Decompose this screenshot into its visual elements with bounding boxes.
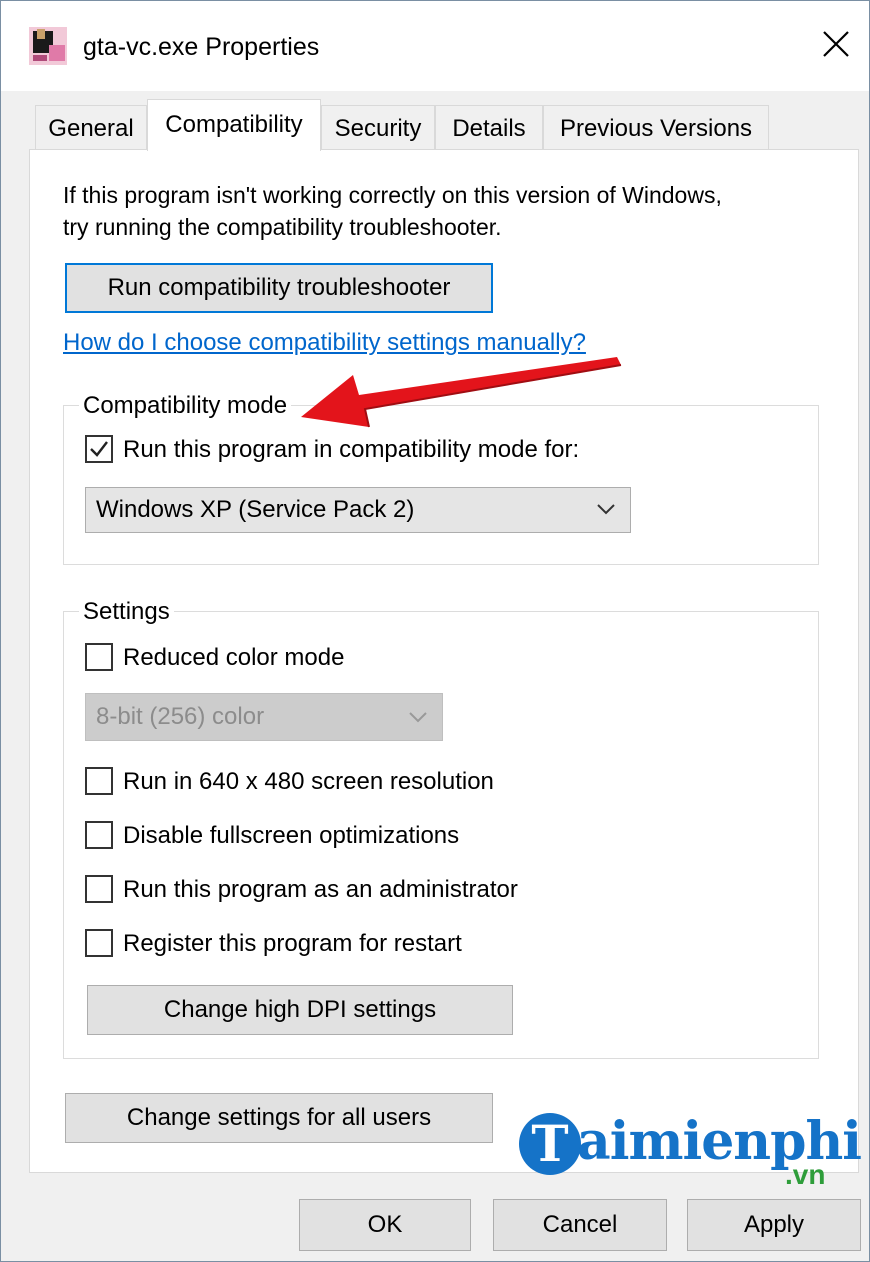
resolution-label: Run in 640 x 480 screen resolution [123,768,494,795]
tab-security[interactable]: Security [321,105,435,149]
close-button[interactable] [803,11,869,77]
os-version-select[interactable]: Windows XP (Service Pack 2) [85,487,631,533]
run-as-admin-label: Run this program as an administrator [123,876,518,903]
checkbox-box[interactable] [85,767,113,795]
register-restart-checkbox[interactable]: Register this program for restart [85,927,505,961]
apply-button[interactable]: Apply [687,1199,861,1251]
color-depth-select: 8-bit (256) color [85,693,443,741]
change-dpi-button[interactable]: Change high DPI settings [87,985,513,1035]
intro-line-2: try running the compatibility troublesho… [63,214,502,240]
taimienphi-watermark: T aimienphi .vn [519,1107,862,1191]
ok-button[interactable]: OK [299,1199,471,1251]
reduced-color-label: Reduced color mode [123,644,345,671]
watermark-logo-letter: T [519,1113,581,1175]
intro-line-1: If this program isn't working correctly … [63,182,722,208]
chevron-down-icon [597,504,615,515]
tab-previous-versions[interactable]: Previous Versions [543,105,769,149]
run-as-admin-checkbox[interactable]: Run this program as an administrator [85,873,555,907]
resolution-checkbox[interactable]: Run in 640 x 480 screen resolution [85,765,535,799]
checkmark-icon [90,441,108,457]
watermark-suffix: .vn [785,1159,826,1190]
window-title: gta-vc.exe Properties [83,33,320,61]
settings-legend: Settings [79,597,174,627]
properties-dialog: gta-vc.exe Properties General Compatibil… [0,0,870,1262]
register-restart-label: Register this program for restart [123,930,462,957]
cancel-button[interactable]: Cancel [493,1199,667,1251]
title-bar: gta-vc.exe Properties [1,1,869,91]
intro-text: If this program isn't working correctly … [63,179,823,243]
fullscreen-optimizations-checkbox[interactable]: Disable fullscreen optimizations [85,819,505,853]
red-arrow-annotation [301,357,622,428]
tab-compatibility[interactable]: Compatibility [147,99,321,151]
tab-general[interactable]: General [35,105,147,149]
fullscreen-optimizations-label: Disable fullscreen optimizations [123,822,460,849]
checkbox-box[interactable] [85,821,113,849]
reduced-color-checkbox[interactable]: Reduced color mode [85,641,405,675]
os-version-value: Windows XP (Service Pack 2) [96,496,415,523]
tab-details[interactable]: Details [435,105,543,149]
color-depth-value: 8-bit (256) color [96,703,265,730]
close-icon [823,31,849,57]
run-troubleshooter-button[interactable]: Run compatibility troubleshooter [65,263,493,313]
chevron-down-icon [409,712,427,723]
change-all-users-button[interactable]: Change settings for all users [65,1093,493,1143]
checkbox-box[interactable] [85,435,113,463]
checkbox-box[interactable] [85,875,113,903]
help-link[interactable]: How do I choose compatibility settings m… [63,329,586,357]
gta-app-icon [29,27,67,65]
compatibility-mode-legend: Compatibility mode [79,391,292,421]
checkbox-box[interactable] [85,929,113,957]
checkbox-box[interactable] [85,643,113,671]
